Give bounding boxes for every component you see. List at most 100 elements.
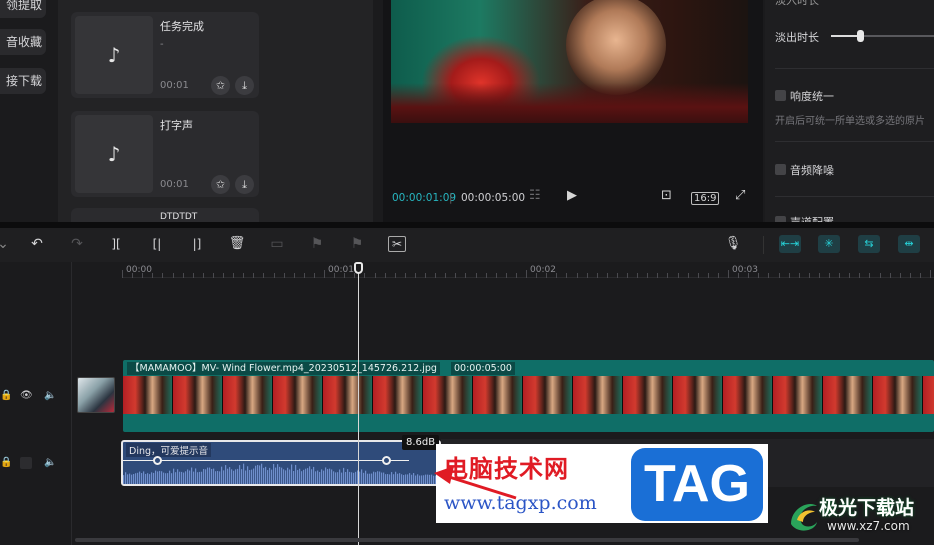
horizontal-scrollbar[interactable] <box>75 538 859 542</box>
eye-icon[interactable]: 👁 <box>20 390 33 401</box>
waveform-bar <box>205 469 207 484</box>
waveform-bar <box>401 474 403 484</box>
grid-icon[interactable]: ☷ <box>529 188 541 203</box>
favorite-star-icon[interactable]: ✩ <box>211 175 230 194</box>
waveform-bar <box>159 470 161 484</box>
play-button[interactable]: ▶ <box>567 188 577 203</box>
waveform-bar <box>241 469 243 484</box>
nav-item-collection[interactable]: 音收藏 <box>0 29 46 55</box>
preview-axis-icon[interactable]: ⇹ <box>898 235 920 253</box>
snap-icon[interactable]: ✳ <box>818 235 840 253</box>
waveform-bar <box>365 470 367 484</box>
loudness-checkbox[interactable]: 响度统一 <box>775 88 834 104</box>
audio-card-duration: 00:01 <box>160 80 189 91</box>
waveform-bar <box>305 468 307 484</box>
ruler-tick <box>808 273 810 278</box>
music-note-icon: ♪ <box>75 16 153 94</box>
link-main-track-icon[interactable]: ⇤⇥ <box>779 235 801 253</box>
nav-item-download[interactable]: 接下载 <box>0 68 46 94</box>
download-site-logo: 极光下载站 www.xz7.com <box>785 490 934 545</box>
track-cover-thumbnail[interactable] <box>77 377 115 413</box>
split-icon[interactable]: ][ <box>107 236 125 252</box>
waveform-bar <box>223 470 225 484</box>
waveform-bar <box>267 470 269 484</box>
freeze-icon[interactable]: ▭ <box>268 236 286 252</box>
ruler-tick <box>707 273 709 278</box>
waveform-bar <box>373 471 375 484</box>
video-clip[interactable]: 【MAMAMOO】MV- Wind Flower.mp4_20230512_14… <box>123 360 934 432</box>
undo-icon[interactable]: ↶ <box>28 236 46 252</box>
video-frame-thumbnail <box>523 376 573 414</box>
waveform-bar <box>235 469 237 484</box>
fullscreen-icon[interactable]: ⤢ <box>735 188 745 203</box>
waveform-bar <box>203 468 205 484</box>
redo-icon[interactable]: ↷ <box>68 236 86 252</box>
download-icon[interactable]: ⤓ <box>235 175 254 194</box>
flag-icon[interactable]: ⚑ <box>308 236 326 252</box>
track-headers: 🔒 👁 🔈 🔒 🔈 <box>0 262 72 545</box>
ruler-tick <box>162 273 164 278</box>
ruler-tick <box>313 273 315 278</box>
loudness-label: 响度统一 <box>790 90 834 103</box>
waveform-bar <box>127 474 129 484</box>
video-frame-thumbnail <box>123 376 173 414</box>
logo-site-name: 极光下载站 <box>819 497 915 519</box>
waveform-bar <box>209 467 211 484</box>
lock-icon[interactable]: 🔒 <box>0 390 12 401</box>
flag-alt-icon[interactable]: ⚑ <box>348 236 366 252</box>
waveform-bar <box>171 473 173 484</box>
audio-card[interactable]: ♪ 打字声 00:01 ✩ ⤓ <box>71 111 259 197</box>
audio-clip[interactable]: Ding，可爱提示音 <box>121 440 441 486</box>
preview-player: 00:00:01:09 | 00:00:05:00 ☷ ▶ ⊡ 16:9 ⤢ <box>383 0 763 222</box>
video-clip-duration: 00:00:05:00 <box>451 362 515 375</box>
speaker-icon[interactable]: 🔈 <box>44 457 56 468</box>
track-toggle[interactable] <box>20 457 32 469</box>
waveform-bar <box>207 467 209 484</box>
waveform-bar <box>123 475 125 484</box>
lock-icon[interactable]: 🔒 <box>0 457 12 468</box>
waveform-bar <box>377 471 379 484</box>
waveform-bar <box>395 471 397 484</box>
download-icon[interactable]: ⤓ <box>235 76 254 95</box>
time-ruler[interactable]: 00:00 00:01 00:02 00:03 <box>122 262 934 278</box>
waveform-bar <box>307 468 309 484</box>
waveform-bar <box>333 471 335 484</box>
audio-card[interactable]: DTDTDT <box>71 208 259 222</box>
video-frame-thumbnail <box>873 376 923 414</box>
playhead-line[interactable] <box>358 262 359 545</box>
split-left-icon[interactable]: [| <box>148 236 166 252</box>
delete-icon[interactable]: 🗑 <box>228 236 246 252</box>
ruler-label: 00:01 <box>328 265 354 275</box>
playhead-handle[interactable] <box>354 262 363 274</box>
waveform-bar <box>279 466 281 484</box>
favorite-star-icon[interactable]: ✩ <box>211 76 230 95</box>
microphone-icon[interactable]: 🎙 <box>724 236 742 252</box>
waveform-bar <box>285 470 287 484</box>
waveform-bar <box>281 467 283 484</box>
speaker-icon[interactable]: 🔈 <box>44 390 56 401</box>
video-frame-thumbnail <box>473 376 523 414</box>
audio-card[interactable]: ♪ 任务完成 - 00:01 ✩ ⤓ <box>71 12 259 98</box>
denoise-checkbox[interactable]: 音频降噪 <box>775 162 834 178</box>
ruler-tick <box>253 273 255 278</box>
waveform-bar <box>289 469 291 484</box>
split-right-icon[interactable]: |] <box>188 236 206 252</box>
linkage-icon[interactable]: ⇆ <box>858 235 880 253</box>
waveform-bar <box>325 467 327 484</box>
waveform-bar <box>247 466 249 484</box>
nav-item-extract[interactable]: 领提取 <box>0 0 46 18</box>
waveform-bar <box>259 465 261 484</box>
ruler-tick <box>152 273 154 278</box>
waveform-bar <box>179 471 181 484</box>
crop-icon[interactable]: ⊡ <box>661 188 672 203</box>
fade-out-slider[interactable] <box>831 30 934 42</box>
ruler-tick <box>142 273 144 278</box>
video-frame-thumbnail <box>623 376 673 414</box>
aspect-ratio-button[interactable]: 16:9 <box>691 192 720 205</box>
auto-cut-icon[interactable]: ✂ <box>388 236 406 252</box>
waveform-bar <box>275 467 277 484</box>
waveform-bar <box>367 473 369 484</box>
ruler-tick <box>445 273 447 278</box>
waveform-bar <box>239 465 241 484</box>
waveform-bar <box>193 471 195 484</box>
